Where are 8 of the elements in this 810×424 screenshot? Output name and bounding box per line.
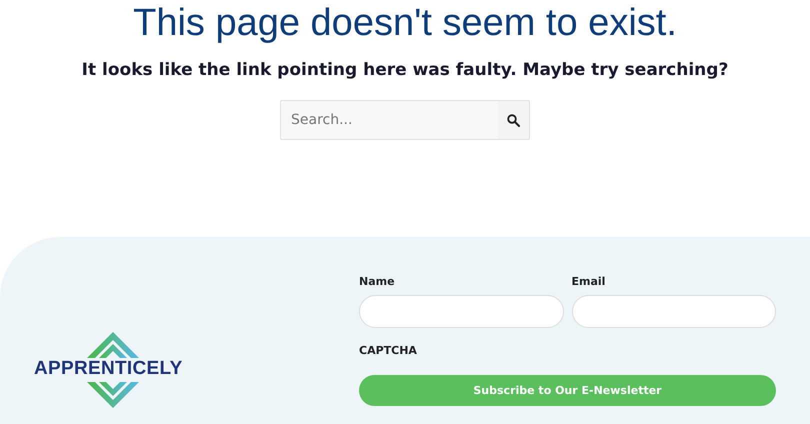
field-label: Name (359, 275, 396, 288)
subscribe-button[interactable]: Subscribe to Our E-Newsletter (359, 375, 776, 406)
field-label: Email (572, 275, 606, 288)
page-heading: This page doesn't seem to exist. (133, 1, 677, 44)
input-field[interactable] (359, 295, 564, 328)
captcha-label: CAPTCHA (359, 344, 418, 357)
input-field[interactable] (572, 295, 776, 328)
subtitle-text: It looks like the link pointing here was faulty. Maybe try searching? (82, 60, 728, 80)
